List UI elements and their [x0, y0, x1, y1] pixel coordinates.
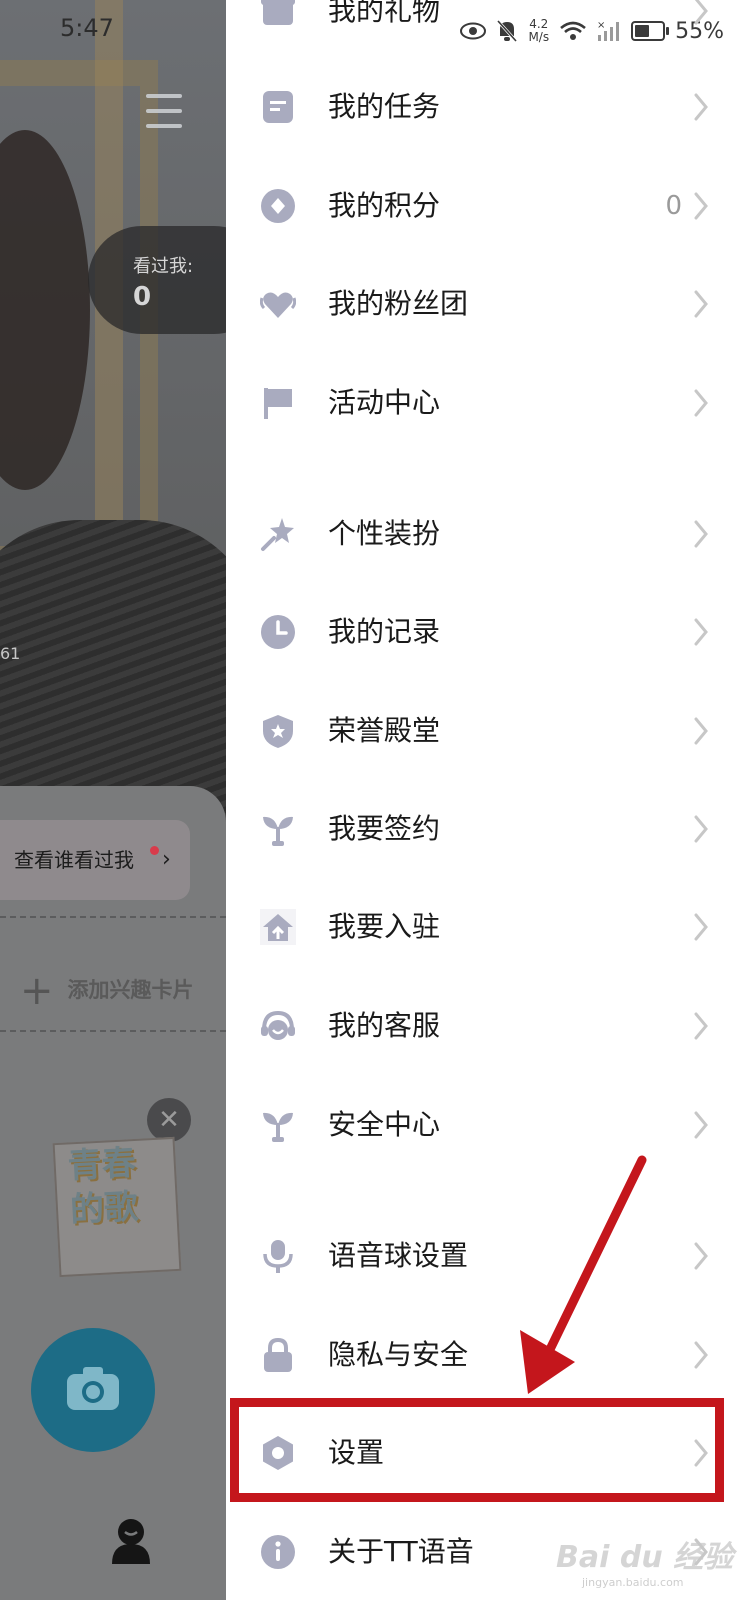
- menu-item-voice-ball-settings[interactable]: 语音球设置: [226, 1207, 738, 1305]
- view-visitors-button[interactable]: 查看谁看过我 ›: [0, 820, 190, 900]
- menu-item-hall-of-honor[interactable]: 荣誉殿堂: [226, 682, 738, 780]
- house-arrow-icon: [260, 909, 296, 945]
- chevron-right-icon: [694, 717, 708, 745]
- chevron-right-icon: ›: [162, 847, 171, 872]
- menu-item-security-center[interactable]: 安全中心: [226, 1076, 738, 1174]
- task-list-icon: [263, 91, 293, 123]
- menu-item-label: 荣誉殿堂: [328, 714, 441, 747]
- chevron-right-icon: [694, 290, 708, 318]
- menu-item-label: 隐私与安全: [328, 1338, 469, 1371]
- watermark-brand: Bai du 经验: [556, 1540, 734, 1575]
- chevron-right-icon: [694, 93, 708, 121]
- lock-icon: [264, 1337, 292, 1372]
- menu-item-privacy-security[interactable]: 隐私与安全: [226, 1306, 738, 1404]
- photo-sweater: [0, 520, 226, 820]
- menu-item-label: 安全中心: [328, 1108, 441, 1141]
- menu-item-label: 语音球设置: [328, 1239, 469, 1272]
- menu-item-label: 我要签约: [328, 812, 441, 845]
- add-interest-card-label: 添加兴趣卡片: [67, 978, 194, 1002]
- close-icon[interactable]: ✕: [147, 1098, 191, 1142]
- menu-item-points[interactable]: 我的积分 0: [226, 157, 738, 255]
- clock-icon: [261, 615, 295, 649]
- view-visitors-label: 查看谁看过我: [14, 848, 134, 872]
- chevron-right-icon: [694, 1242, 708, 1270]
- visitors-count: 0: [133, 282, 152, 312]
- menu-item-label: 我的任务: [328, 90, 441, 123]
- menu-item-label: 个性装扮: [328, 517, 441, 550]
- profile-tab-icon[interactable]: [110, 1518, 152, 1564]
- menu-item-label: 活动中心: [328, 386, 441, 419]
- add-interest-card-button[interactable]: + 添加兴趣卡片: [20, 968, 194, 1014]
- divider: [0, 1030, 226, 1032]
- chevron-right-icon: [694, 815, 708, 843]
- fan-club-heart-icon: [260, 292, 296, 318]
- headset-icon: [261, 1010, 295, 1040]
- menu-item-label: 关于TT语音: [328, 1535, 474, 1568]
- menu-item-label: 我的积分: [328, 189, 441, 222]
- menu-item-dress-up[interactable]: 个性装扮: [226, 485, 738, 583]
- microphone-icon: [263, 1240, 293, 1273]
- menu-item-records[interactable]: 我的记录: [226, 583, 738, 681]
- menu-item-fan-club[interactable]: 我的粉丝团: [226, 255, 738, 353]
- menu-item-label: 我的记录: [328, 615, 441, 648]
- settings-highlight-box: [230, 1398, 724, 1502]
- chevron-right-icon: [694, 0, 708, 25]
- camera-icon: [67, 1367, 119, 1410]
- sticker-line-2: 的歌: [69, 1186, 140, 1231]
- chevron-right-icon: [694, 1111, 708, 1139]
- status-time: 5:47: [60, 14, 114, 42]
- chevron-right-icon: [694, 618, 708, 646]
- side-drawer: 4.2 M/s × 55% 我的礼物 我的任务 我的积分 0 我的粉丝团 活动中心 个性装扮…: [226, 0, 738, 1600]
- baidu-watermark: Bai du 经验 jingyan.baidu.com: [556, 1532, 733, 1589]
- plus-icon: +: [20, 968, 54, 1014]
- menu-item-value: 0: [665, 191, 682, 221]
- chevron-right-icon: [694, 520, 708, 548]
- visitors-card[interactable]: [88, 226, 226, 334]
- shield-star-icon: [263, 715, 293, 748]
- sprout-icon: [263, 1112, 293, 1142]
- side-number: 61: [0, 644, 21, 663]
- visitors-label: 看过我:: [133, 256, 194, 277]
- menu-item-label: 我要入驻: [328, 910, 441, 943]
- menu-item-label: 我的粉丝团: [328, 287, 469, 320]
- menu-item-settle-in[interactable]: 我要入驻: [226, 878, 738, 976]
- menu-item-events[interactable]: 活动中心: [226, 354, 738, 452]
- sprout-icon: [263, 816, 293, 846]
- wand-star-icon: [261, 518, 294, 551]
- profile-background: 5:47 看过我: 0 61 查看谁看过我 › + 添加兴趣卡片 ✕ 青春 的歌: [0, 0, 226, 1600]
- chevron-right-icon: [694, 913, 708, 941]
- menu-item-tasks[interactable]: 我的任务: [226, 58, 738, 156]
- menu-item-label: 我的客服: [328, 1009, 441, 1042]
- watermark-url: jingyan.baidu.com: [582, 1576, 684, 1589]
- gift-box-icon: [261, 0, 295, 25]
- divider: [0, 916, 226, 918]
- camera-button[interactable]: [31, 1328, 155, 1452]
- chevron-right-icon: [694, 1341, 708, 1369]
- chevron-right-icon: [694, 1012, 708, 1040]
- song-sticker[interactable]: 青春 的歌: [52, 1136, 182, 1278]
- info-icon: [261, 1535, 295, 1569]
- menu-item-customer-service[interactable]: 我的客服: [226, 977, 738, 1075]
- chevron-right-icon: [694, 389, 708, 417]
- menu-item-sign-contract[interactable]: 我要签约: [226, 780, 738, 878]
- flag-icon: [264, 388, 292, 419]
- hamburger-menu-icon[interactable]: [146, 94, 182, 139]
- chevron-right-icon: [694, 192, 708, 220]
- menu-item-gift[interactable]: 我的礼物: [226, 0, 738, 60]
- sticker-line-1: 青春: [66, 1142, 137, 1187]
- points-coin-icon: [261, 189, 295, 223]
- notification-dot: [150, 846, 159, 855]
- menu-item-label: 我的礼物: [328, 0, 441, 27]
